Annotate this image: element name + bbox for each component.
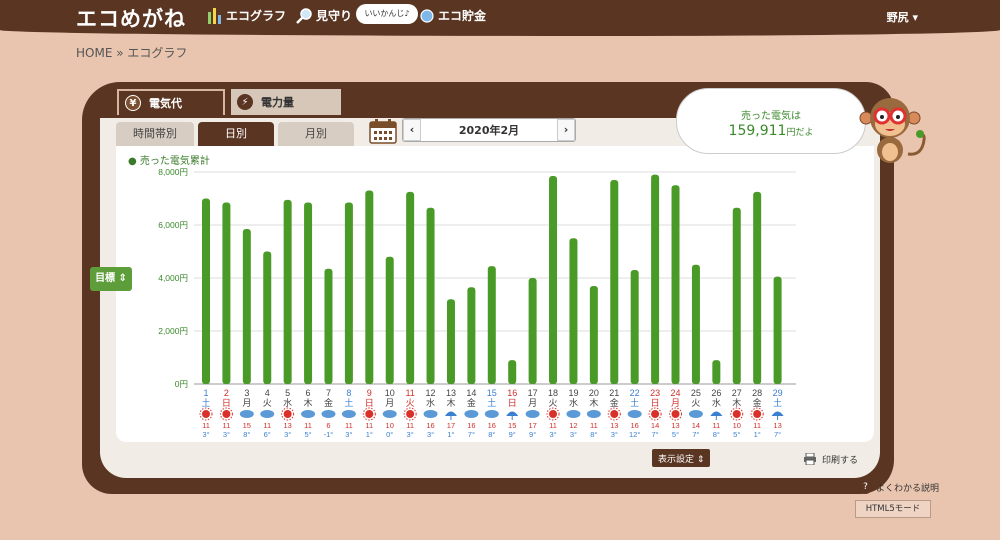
tab-electricity-cost[interactable]: ¥ 電気代 xyxy=(117,89,225,115)
prev-month-button[interactable]: ‹ xyxy=(403,119,421,141)
tab-electricity-cost-label: 電気代 xyxy=(149,97,182,110)
tab-power-amount[interactable]: ⚡ 電力量 xyxy=(231,89,341,115)
chart-legend: ● 売った電気累計 xyxy=(128,156,210,167)
app-logo[interactable]: エコめがね xyxy=(76,3,186,33)
tab-hourly[interactable]: 時間帯別 xyxy=(116,122,194,146)
speech-bubble: 売った電気は 159,911円だよ xyxy=(676,88,866,154)
sold-amount: 159,911 xyxy=(728,123,787,139)
user-menu[interactable]: 野尻 ▾ xyxy=(887,9,918,25)
breadcrumb[interactable]: HOME » エコグラフ xyxy=(76,44,187,61)
coin-icon xyxy=(420,8,434,23)
display-settings-button[interactable]: 表示設定 ⇕ xyxy=(652,449,711,467)
lightning-icon: ⚡ xyxy=(237,94,253,110)
magnifier-icon xyxy=(296,7,312,24)
nav-watch-label: 見守り xyxy=(316,9,353,23)
help-link[interactable]: ? よくわかる説明 xyxy=(859,481,939,494)
calendar-icon[interactable] xyxy=(369,118,397,144)
nav-eco-savings-label: エコ貯金 xyxy=(438,9,487,23)
nav-eco-graph[interactable]: エコグラフ xyxy=(208,7,286,24)
tab-monthly[interactable]: 月別 xyxy=(278,122,354,146)
chart-legend-label: 売った電気累計 xyxy=(139,156,210,167)
html5-mode-button[interactable]: HTML5モード xyxy=(855,500,931,518)
current-month-label: 2020年2月 xyxy=(458,124,520,137)
nav-watch[interactable]: 見守り xyxy=(296,7,352,24)
print-button[interactable]: 印刷する xyxy=(804,449,858,469)
question-icon: ? xyxy=(859,481,872,494)
next-month-button[interactable]: › xyxy=(557,119,575,141)
nav-eco-savings[interactable]: エコ貯金 xyxy=(420,7,486,24)
monkey-mascot-icon xyxy=(859,98,926,163)
speech-line1: 売った電気は xyxy=(741,111,801,122)
tab-daily[interactable]: 日別 xyxy=(198,122,274,146)
printer-icon xyxy=(804,453,816,465)
bar-chart-icon xyxy=(208,7,221,24)
date-selector: ‹ 2020年2月 › xyxy=(402,118,576,142)
tab-power-amount-label: 電力量 xyxy=(261,96,294,109)
goal-button[interactable]: 目標 ⇕ xyxy=(90,267,132,291)
watch-status-bubble: いいかんじ♪ xyxy=(356,4,418,24)
help-label: よくわかる説明 xyxy=(876,484,940,494)
sold-amount-suffix: 円だよ xyxy=(786,128,814,138)
yen-icon: ¥ xyxy=(125,95,141,111)
speech-value-line: 159,911円だよ xyxy=(677,123,865,139)
nav-eco-graph-label: エコグラフ xyxy=(226,9,287,23)
print-label: 印刷する xyxy=(822,455,859,466)
chart-card xyxy=(116,146,874,442)
